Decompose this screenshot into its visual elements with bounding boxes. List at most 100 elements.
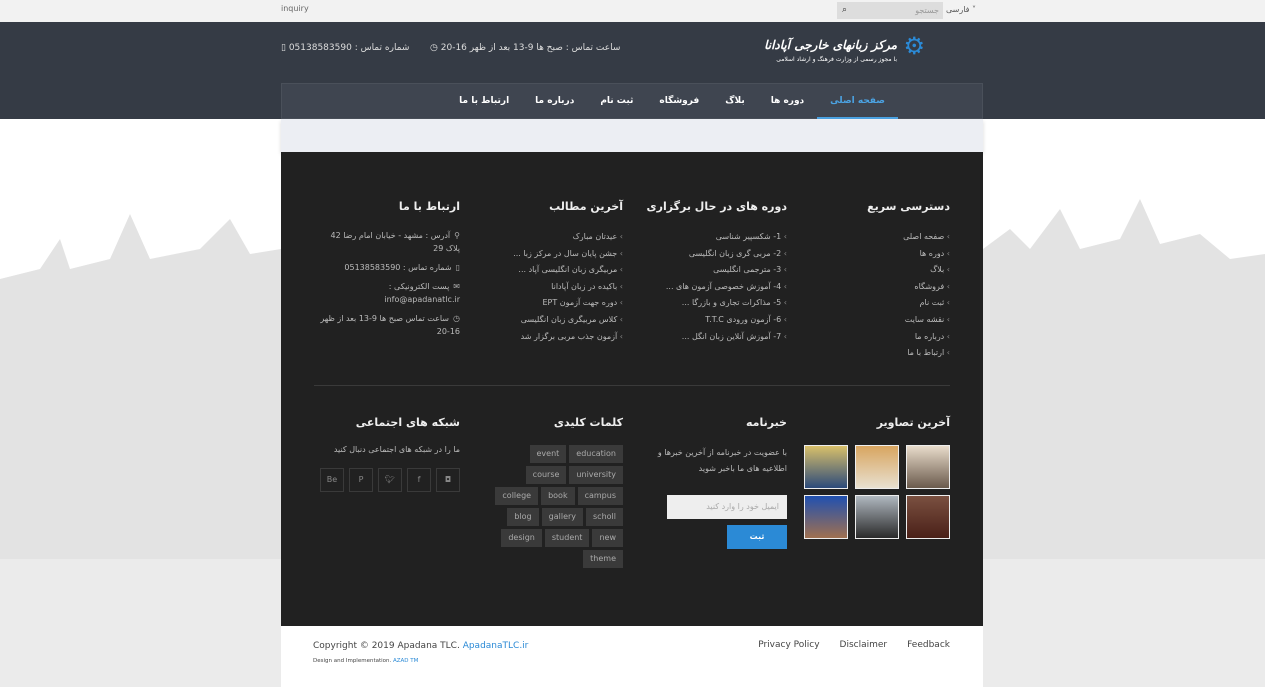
quick-link[interactable]: بلاگ — [800, 262, 950, 279]
pinterest-icon[interactable]: P — [349, 468, 373, 492]
course-link[interactable]: 1- شکسپیر شناسی — [637, 229, 787, 246]
search-icon[interactable]: ⌕ — [842, 5, 847, 15]
tag-row: education event — [473, 445, 623, 463]
quick-link[interactable]: ارتباط با ما — [800, 345, 950, 362]
main-nav: صفحه اصلی دوره ها بلاگ فروشگاه ثبت نام د… — [281, 83, 983, 119]
post-link[interactable]: مربیگری زبان انگلیسی آپاد ... — [473, 262, 623, 279]
privacy-policy-link[interactable]: Privacy Policy — [758, 640, 819, 650]
tag-theme[interactable]: theme — [583, 550, 623, 568]
course-link[interactable]: 7- آموزش آنلاین زبان انگل ... — [637, 329, 787, 346]
post-link[interactable]: دوره جهت آزمون EPT — [473, 295, 623, 312]
social-text: ما را در شبکه های اجتماعی دنبال کنید — [333, 445, 460, 454]
tag-course[interactable]: course — [525, 466, 567, 484]
email-label: پست الکترونیکی : — [388, 282, 450, 291]
course-link[interactable]: 3- مترجمی انگلیسی — [637, 262, 787, 279]
header: ⚙ مرکز زبانهای خارجی آپادانا با مجوز رسم… — [0, 22, 1265, 119]
social-networks: شبکه های اجتماعی ما را در شبکه های اجتما… — [320, 416, 460, 492]
quick-link[interactable]: ثبت نام — [800, 295, 950, 312]
tag-campus[interactable]: campus — [577, 487, 623, 505]
newsletter: خبرنامه با عضویت در خبرنامه از آخرین خبر… — [637, 416, 787, 549]
quick-link[interactable]: دوره ها — [800, 246, 950, 263]
nav-blog[interactable]: بلاگ — [712, 84, 757, 118]
tag-design[interactable]: design — [501, 529, 542, 547]
gallery-title: آخرین تصاویر — [876, 416, 950, 429]
language-select[interactable]: فارسی ˅ — [946, 5, 976, 14]
feedback-link[interactable]: Feedback — [907, 640, 950, 650]
tag-scholl[interactable]: scholl — [586, 508, 623, 526]
email-address[interactable]: info@apadanatlc.ir — [384, 295, 460, 304]
top-bar: inquiry ⌕ جستجو فارسی ˅ — [0, 0, 1265, 22]
newsletter-text: با عضویت در خبرنامه از آخرین خبرها و اطل… — [657, 448, 787, 473]
site-link[interactable]: ApadanaTLC.ir — [463, 641, 529, 651]
post-link[interactable]: عیدتان مبارک — [473, 229, 623, 246]
current-courses: دوره های در حال برگزاری 1- شکسپیر شناسی … — [637, 200, 787, 345]
phone: ▯شماره تماس : 05138583590 — [320, 261, 460, 274]
logo[interactable]: ⚙ مرکز زبانهای خارجی آپادانا با مجوز رسم… — [755, 32, 925, 68]
impl-text: Design and Implementation. — [313, 658, 392, 664]
copyright-text: Copyright © 2019 Apadana TLC. — [313, 641, 460, 651]
hours-text: ساعت تماس : صبح ها 9-13 بعد از ظهر 16-20 — [440, 43, 621, 53]
disclaimer-link[interactable]: Disclaimer — [840, 640, 888, 650]
gallery-image[interactable] — [804, 495, 848, 539]
quick-link[interactable]: نقشه سایت — [800, 312, 950, 329]
inquiry-link[interactable]: inquiry — [281, 4, 309, 13]
gallery-image[interactable] — [906, 445, 950, 489]
tag-college[interactable]: college — [495, 487, 539, 505]
tag-education[interactable]: education — [569, 445, 623, 463]
twitter-icon[interactable]: 🐦︎ — [378, 468, 402, 492]
phone-text: شماره تماس : 05138583590 — [344, 263, 452, 272]
tag-event[interactable]: event — [529, 445, 567, 463]
behance-icon[interactable]: Be — [320, 468, 344, 492]
tag-student[interactable]: student — [544, 529, 590, 547]
footer-links: Privacy Policy Disclaimer Feedback — [758, 640, 950, 650]
bottom-bar: Copyright © 2019 Apadana TLC. ApadanaTLC… — [281, 626, 983, 687]
course-link[interactable]: 2- مربی گری زبان انگلیسی — [637, 246, 787, 263]
clock-icon: ◷ — [453, 314, 460, 323]
hours: ◷ساعت تماس صبح ها 9-13 بعد از ظهر 16-20 — [320, 312, 460, 338]
post-link[interactable]: جشن پایان سال در مرکز زبا ... — [473, 246, 623, 263]
tag-row: theme — [473, 550, 623, 568]
quick-link[interactable]: صفحه اصلی — [800, 229, 950, 246]
location-icon: ⚲ — [454, 231, 460, 240]
instagram-icon[interactable]: ◘ — [436, 468, 460, 492]
post-link[interactable]: کلاس مربیگری زبان انگلیسی — [473, 312, 623, 329]
logo-title: مرکز زبانهای خارجی آپادانا — [764, 38, 897, 52]
content-area — [281, 119, 983, 152]
contact-hours: ساعت تماس : صبح ها 9-13 بعد از ظهر 16-20… — [430, 43, 620, 53]
implementation-credit: Design and Implementation. AZAD TM — [313, 658, 418, 664]
post-link[interactable]: باکیده در زبان آپادانا — [473, 279, 623, 296]
nav-home[interactable]: صفحه اصلی — [817, 84, 898, 119]
tag-new[interactable]: new — [592, 529, 623, 547]
tag-row: campus book college — [473, 487, 623, 505]
facebook-icon[interactable]: f — [407, 468, 431, 492]
newsletter-submit-button[interactable]: ثبت — [727, 525, 787, 549]
gallery-image[interactable] — [855, 445, 899, 489]
nav-contact[interactable]: ارتباط با ما — [446, 84, 522, 118]
language-label: فارسی — [946, 5, 970, 14]
address: ⚲آدرس : مشهد - خیابان امام رضا 42 پلاک 2… — [320, 229, 460, 255]
nav-register[interactable]: ثبت نام — [587, 84, 646, 118]
quick-link[interactable]: فروشگاه — [800, 279, 950, 296]
gallery-image[interactable] — [804, 445, 848, 489]
newsletter-title: خبرنامه — [745, 416, 787, 429]
search-input[interactable]: ⌕ جستجو — [837, 2, 943, 19]
course-link[interactable]: 6- آزمون ورودی T.T.C — [637, 312, 787, 329]
nav-courses[interactable]: دوره ها — [758, 84, 817, 118]
nav-about[interactable]: درباره ما — [522, 84, 587, 118]
gallery-image[interactable] — [906, 495, 950, 539]
tag-gallery[interactable]: gallery — [541, 508, 584, 526]
nav-shop[interactable]: فروشگاه — [646, 84, 712, 118]
quick-link[interactable]: درباره ما — [800, 329, 950, 346]
newsletter-email-input[interactable]: ایمیل خود را وارد کنید — [667, 495, 787, 519]
tag-book[interactable]: book — [541, 487, 575, 505]
impl-link[interactable]: AZAD TM — [393, 658, 418, 664]
gear-logo-icon: ⚙ — [903, 32, 925, 60]
logo-subtitle: با مجوز رسمی از وزارت فرهنگ و ارشاد اسلا… — [776, 56, 897, 63]
course-link[interactable]: 5- مذاکرات تجاری و بازرگا ... — [637, 295, 787, 312]
post-link[interactable]: آزمون جذب مربی برگزار شد — [473, 329, 623, 346]
course-link[interactable]: 4- آموزش خصوصی آزمون های ... — [637, 279, 787, 296]
tags-title: کلمات کلیدی — [553, 416, 623, 429]
tag-blog[interactable]: blog — [507, 508, 539, 526]
gallery-image[interactable] — [855, 495, 899, 539]
tag-university[interactable]: university — [569, 466, 623, 484]
